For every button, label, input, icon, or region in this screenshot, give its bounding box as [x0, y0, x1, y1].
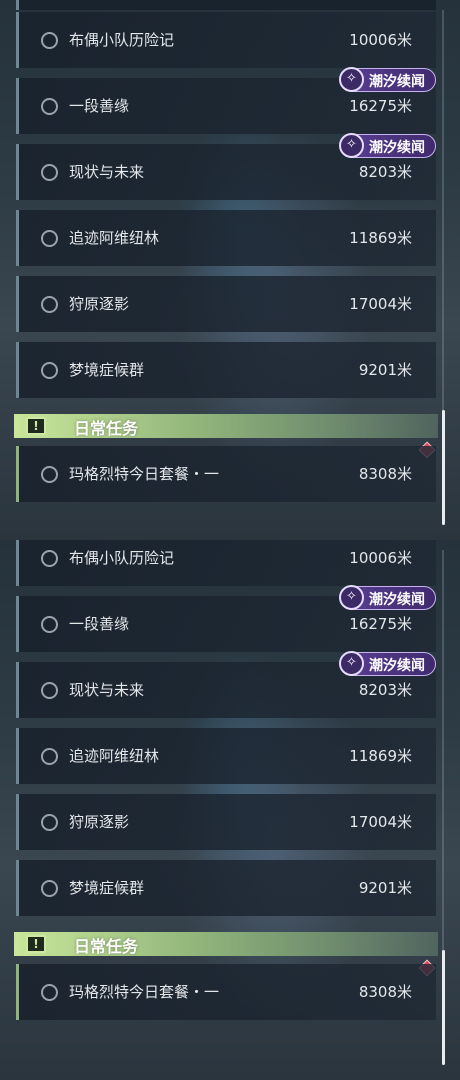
event-badge-label: 潮汐续闻: [369, 74, 425, 90]
quest-list-panel: 布偶小队历险记 10006米 一段善缘 16275米 ✧ 潮汐续闻 现状与未来 …: [0, 0, 460, 540]
tide-icon: ✧: [339, 133, 364, 158]
event-badge: ✧ 潮汐续闻: [339, 133, 436, 158]
radio-icon[interactable]: [41, 616, 58, 633]
quest-distance: 8308米: [358, 465, 412, 483]
quest-row[interactable]: 追迹阿维纽林 11869米: [16, 728, 436, 784]
quest-distance: 10006米: [349, 549, 412, 567]
quest-row[interactable]: 狩原逐影 17004米: [16, 794, 436, 850]
event-badge: ✧ 潮汐续闻: [339, 67, 436, 92]
radio-icon[interactable]: [41, 32, 58, 49]
daily-section-header[interactable]: ! 日常任务: [14, 932, 438, 956]
radio-icon[interactable]: [41, 682, 58, 699]
quest-row[interactable]: 布偶小队历险记 10006米: [16, 12, 436, 68]
quest-distance: 11869米: [349, 747, 412, 765]
event-badge: ✧ 潮汐续闻: [339, 585, 436, 610]
radio-icon[interactable]: [41, 880, 58, 897]
section-title: 日常任务: [74, 937, 139, 956]
quest-title: 布偶小队历险记: [69, 31, 175, 49]
quest-title: 玛格烈特今日套餐・一: [69, 983, 220, 1001]
daily-quest-row[interactable]: 玛格烈特今日套餐・一 8308米: [16, 964, 436, 1020]
radio-icon[interactable]: [41, 984, 58, 1001]
quest-distance: 17004米: [349, 813, 412, 831]
scrollbar-thumb[interactable]: [442, 410, 445, 525]
radio-icon[interactable]: [41, 466, 58, 483]
list-top-edge: [16, 0, 436, 10]
tide-icon: ✧: [339, 67, 364, 92]
quest-distance: 8308米: [358, 983, 412, 1001]
quest-row[interactable]: 梦境症候群 9201米: [16, 860, 436, 916]
quest-distance: 10006米: [349, 31, 412, 49]
exclamation-icon: !: [26, 935, 46, 953]
quest-title: 现状与未来: [69, 681, 145, 699]
quest-distance: 8203米: [358, 681, 412, 699]
radio-icon[interactable]: [41, 98, 58, 115]
radio-icon[interactable]: [41, 748, 58, 765]
daily-section-header[interactable]: ! 日常任务: [14, 414, 438, 438]
quest-title: 一段善缘: [69, 615, 130, 633]
quest-row[interactable]: 梦境症候群 9201米: [16, 342, 436, 398]
quest-row[interactable]: 现状与未来 8203米 ✧ 潮汐续闻: [16, 651, 436, 718]
event-badge: ✧ 潮汐续闻: [339, 651, 436, 676]
quest-title: 布偶小队历险记: [69, 549, 175, 567]
quest-distance: 16275米: [349, 97, 412, 115]
quest-distance: 16275米: [349, 615, 412, 633]
event-badge-label: 潮汐续闻: [369, 658, 425, 674]
quest-row[interactable]: 一段善缘 16275米 ✧ 潮汐续闻: [16, 585, 436, 652]
exclamation-icon: !: [26, 417, 46, 435]
quest-distance: 9201米: [358, 879, 412, 897]
radio-icon[interactable]: [41, 550, 58, 567]
quest-title: 狩原逐影: [69, 813, 130, 831]
radio-icon[interactable]: [41, 164, 58, 181]
quest-row[interactable]: 狩原逐影 17004米: [16, 276, 436, 332]
radio-icon[interactable]: [41, 230, 58, 247]
quest-title: 梦境症候群: [69, 361, 145, 379]
quest-distance: 8203米: [358, 163, 412, 181]
event-badge-label: 潮汐续闻: [369, 592, 425, 608]
tide-icon: ✧: [339, 585, 364, 610]
scrollbar-thumb[interactable]: [442, 950, 445, 1065]
radio-icon[interactable]: [41, 296, 58, 313]
quest-row[interactable]: 布偶小队历险记 10006米: [16, 540, 436, 586]
quest-title: 一段善缘: [69, 97, 130, 115]
quest-title: 梦境症候群: [69, 879, 145, 897]
event-badge-label: 潮汐续闻: [369, 140, 425, 156]
radio-icon[interactable]: [41, 814, 58, 831]
section-title: 日常任务: [74, 419, 139, 438]
quest-title: 玛格烈特今日套餐・一: [69, 465, 220, 483]
quest-distance: 9201米: [358, 361, 412, 379]
radio-icon[interactable]: [41, 362, 58, 379]
quest-title: 追迹阿维纽林: [69, 747, 160, 765]
quest-distance: 17004米: [349, 295, 412, 313]
quest-row[interactable]: 一段善缘 16275米 ✧ 潮汐续闻: [16, 67, 436, 134]
quest-row[interactable]: 追迹阿维纽林 11869米: [16, 210, 436, 266]
quest-list-panel: 布偶小队历险记 10006米 一段善缘 16275米 ✧ 潮汐续闻 现状与未来 …: [0, 540, 460, 1080]
quest-title: 狩原逐影: [69, 295, 130, 313]
quest-title: 追迹阿维纽林: [69, 229, 160, 247]
quest-distance: 11869米: [349, 229, 412, 247]
tide-icon: ✧: [339, 651, 364, 676]
quest-title: 现状与未来: [69, 163, 145, 181]
quest-row[interactable]: 现状与未来 8203米 ✧ 潮汐续闻: [16, 133, 436, 200]
daily-quest-row[interactable]: 玛格烈特今日套餐・一 8308米: [16, 446, 436, 502]
